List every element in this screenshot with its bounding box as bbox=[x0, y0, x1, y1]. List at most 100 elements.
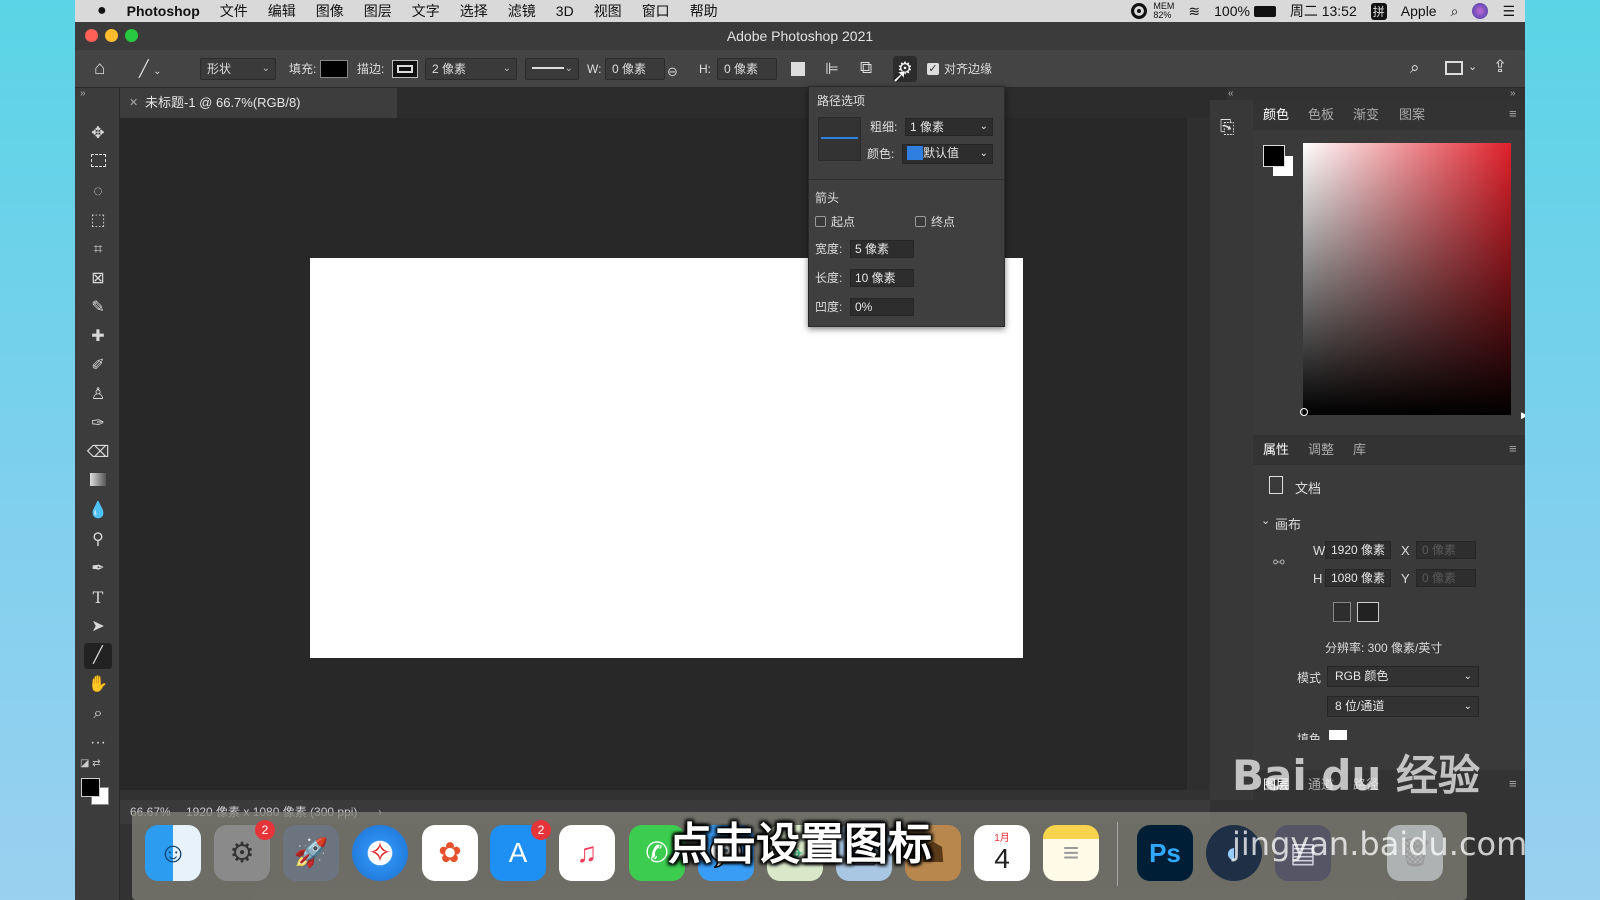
chevron-down-icon[interactable]: ⌄ bbox=[1261, 514, 1270, 527]
panel-fg-color-swatch[interactable] bbox=[1263, 145, 1285, 167]
menu-3d[interactable]: 3D bbox=[556, 3, 574, 19]
link-proportions-icon[interactable]: ⚯ bbox=[1273, 554, 1285, 571]
close-tab-icon[interactable]: ✕ bbox=[129, 88, 138, 118]
object-selection-tool-icon[interactable]: ⬚ bbox=[84, 208, 112, 234]
memory-indicator[interactable]: MEM 82% bbox=[1153, 2, 1174, 20]
battery-status[interactable]: 100% bbox=[1214, 3, 1276, 19]
healing-brush-tool-icon[interactable]: ✚ bbox=[84, 324, 112, 350]
zoom-window-button[interactable] bbox=[125, 29, 138, 42]
notification-center-icon[interactable]: ☰ bbox=[1502, 3, 1515, 20]
record-icon[interactable] bbox=[1131, 3, 1148, 19]
path-selection-tool-icon[interactable]: ➤ bbox=[84, 614, 112, 640]
type-tool-icon[interactable]: T bbox=[84, 585, 112, 611]
arrow-length-field[interactable]: 10 像素 bbox=[850, 269, 914, 287]
landscape-orientation-icon[interactable] bbox=[1357, 602, 1379, 622]
blur-tool-icon[interactable]: 💧 bbox=[84, 498, 112, 524]
stroke-swatch[interactable] bbox=[392, 60, 418, 78]
path-color-select[interactable]: 默认值 ⌄ bbox=[902, 144, 993, 164]
panel-menu-icon[interactable]: ≡ bbox=[1509, 776, 1517, 791]
pen-tool-icon[interactable]: ✒ bbox=[84, 556, 112, 582]
path-operations-icon[interactable] bbox=[791, 62, 805, 76]
gradient-tool-icon[interactable] bbox=[84, 469, 112, 495]
width-field[interactable]: 0 像素 bbox=[605, 58, 665, 80]
document-tab[interactable]: ✕ 未标题-1 @ 66.7%(RGB/8) bbox=[120, 88, 397, 118]
canvas-x-field[interactable]: 0 像素 bbox=[1416, 541, 1476, 559]
align-edges-checkbox[interactable]: ✓ bbox=[927, 63, 939, 75]
collapse-arrows-icon[interactable]: « bbox=[1228, 88, 1234, 99]
fill-color-swatch[interactable] bbox=[1329, 730, 1347, 740]
workspace-switcher-icon[interactable] bbox=[1445, 61, 1463, 75]
menu-help[interactable]: 帮助 bbox=[690, 1, 718, 21]
share-icon[interactable]: ⇪ bbox=[1493, 57, 1507, 77]
spotlight-search-icon[interactable]: ⌕ bbox=[1451, 3, 1459, 20]
home-icon[interactable]: ⌂ bbox=[94, 58, 105, 80]
tab-gradients[interactable]: 渐变 bbox=[1353, 100, 1379, 130]
siri-icon[interactable] bbox=[1472, 3, 1489, 19]
portrait-orientation-icon[interactable] bbox=[1333, 602, 1351, 622]
app-menu[interactable]: Photoshop bbox=[127, 3, 200, 19]
path-arrangement-icon[interactable]: ⧉ bbox=[860, 58, 872, 78]
eyedropper-tool-icon[interactable]: ✎ bbox=[84, 295, 112, 321]
dodge-tool-icon[interactable]: ⚲ bbox=[84, 527, 112, 553]
menu-type[interactable]: 文字 bbox=[412, 1, 440, 21]
crop-tool-icon[interactable]: ⌗ bbox=[84, 237, 112, 263]
canvas-y-field[interactable]: 0 像素 bbox=[1416, 569, 1476, 587]
search-icon[interactable]: ⌕ bbox=[1410, 58, 1420, 78]
brush-tool-icon[interactable]: ✐ bbox=[84, 353, 112, 379]
hue-slider-handle[interactable]: ▶ bbox=[1521, 410, 1525, 421]
weight-select[interactable]: 1 像素 ⌄ bbox=[905, 118, 993, 136]
history-brush-tool-icon[interactable]: ✑ bbox=[84, 411, 112, 437]
color-picker-field[interactable] bbox=[1303, 143, 1511, 415]
menu-edit[interactable]: 编辑 bbox=[268, 1, 296, 21]
tab-adjustments[interactable]: 调整 bbox=[1308, 435, 1334, 465]
menu-filter[interactable]: 滤镜 bbox=[508, 1, 536, 21]
default-colors-icon[interactable]: ◪ ⇄ bbox=[80, 758, 101, 769]
stroke-type-select[interactable]: ⌄ bbox=[525, 58, 579, 80]
expand-panels-icon[interactable]: » bbox=[1510, 88, 1516, 99]
color-mode-select[interactable]: RGB 颜色 ⌄ bbox=[1327, 666, 1479, 687]
height-field[interactable]: 0 像素 bbox=[717, 58, 777, 80]
tab-properties[interactable]: 属性 bbox=[1263, 435, 1289, 465]
menu-image[interactable]: 图像 bbox=[316, 1, 344, 21]
canvas-workspace[interactable] bbox=[120, 118, 1210, 790]
menu-window[interactable]: 窗口 bbox=[642, 1, 670, 21]
tab-color[interactable]: 颜色 bbox=[1263, 100, 1289, 130]
fill-swatch[interactable] bbox=[320, 60, 348, 78]
tab-swatches[interactable]: 色板 bbox=[1308, 100, 1334, 130]
tool-mode-select[interactable]: 形状 ⌄ bbox=[200, 58, 276, 80]
menu-layer[interactable]: 图层 bbox=[364, 1, 392, 21]
line-tool-icon[interactable]: ╱ bbox=[84, 643, 112, 669]
canvas-width-field[interactable]: 1920 像素 bbox=[1325, 541, 1391, 559]
arrow-width-field[interactable]: 5 像素 bbox=[850, 240, 914, 258]
collapse-panel-icon[interactable]: » bbox=[80, 88, 86, 99]
frame-tool-icon[interactable]: ⊠ bbox=[84, 266, 112, 292]
marquee-tool-icon[interactable] bbox=[84, 150, 112, 176]
end-checkbox[interactable]: 终点 bbox=[915, 213, 955, 231]
tab-libraries[interactable]: 库 bbox=[1353, 435, 1366, 465]
link-dimensions-icon[interactable]: ⊖ bbox=[667, 64, 678, 80]
history-panel-icon[interactable]: ⎘ bbox=[1220, 117, 1234, 138]
panel-menu-icon[interactable]: ≡ bbox=[1509, 106, 1517, 121]
path-alignment-icon[interactable]: ⊫ bbox=[825, 59, 839, 79]
line-tool-preset-icon[interactable]: ╱ ⌄ bbox=[139, 59, 179, 79]
menu-view[interactable]: 视图 bbox=[594, 1, 622, 21]
menu-file[interactable]: 文件 bbox=[220, 1, 248, 21]
chevron-down-icon[interactable]: ⌄ bbox=[1468, 60, 1477, 73]
canvas-height-field[interactable]: 1080 像素 bbox=[1325, 569, 1391, 587]
hand-tool-icon[interactable]: ✋ bbox=[84, 672, 112, 698]
lasso-tool-icon[interactable]: ◌ bbox=[84, 179, 112, 205]
color-picker-handle[interactable] bbox=[1300, 408, 1308, 416]
minimize-window-button[interactable] bbox=[105, 29, 118, 42]
zoom-tool-icon[interactable]: ⌕ bbox=[84, 701, 112, 727]
bit-depth-select[interactable]: 8 位/通道 ⌄ bbox=[1327, 696, 1479, 717]
menu-select[interactable]: 选择 bbox=[460, 1, 488, 21]
foreground-color-swatch[interactable] bbox=[81, 778, 100, 797]
input-method-icon[interactable]: 拼 bbox=[1370, 2, 1387, 20]
start-checkbox[interactable]: 起点 bbox=[815, 213, 855, 231]
close-window-button[interactable] bbox=[85, 29, 98, 42]
vertical-scrollbar[interactable] bbox=[1187, 118, 1210, 790]
eraser-tool-icon[interactable]: ⌫ bbox=[84, 440, 112, 466]
stamp-tool-icon[interactable]: ♙ bbox=[84, 382, 112, 408]
wifi-icon[interactable]: ≋ bbox=[1188, 3, 1200, 20]
move-tool-icon[interactable]: ✥ bbox=[84, 121, 112, 147]
